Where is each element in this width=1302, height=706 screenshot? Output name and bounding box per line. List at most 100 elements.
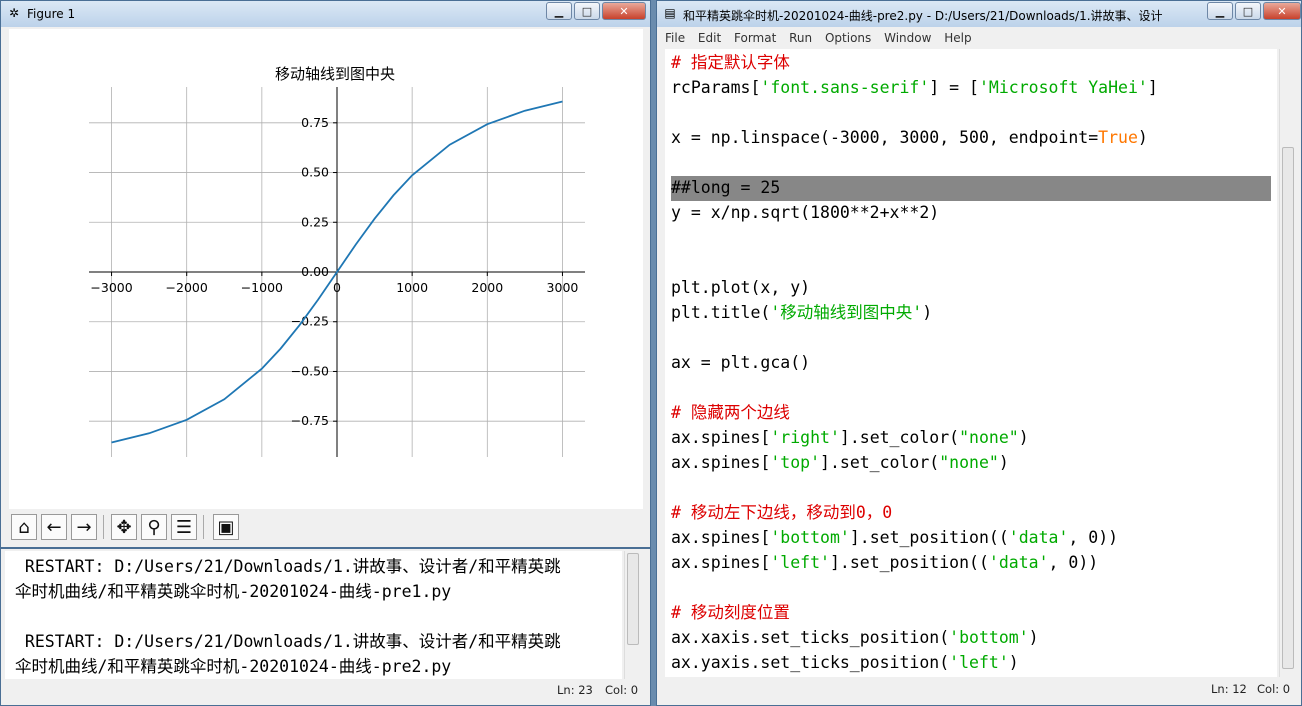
code-token: x = np.linspace(-3000, 3000, 500, endpoi… bbox=[671, 128, 1099, 147]
code-line: # 移动刻度位置 bbox=[671, 602, 790, 624]
code-line: ax = plt.gca() bbox=[671, 352, 810, 374]
code-token: ] bbox=[1147, 78, 1158, 97]
pan-icon[interactable]: ✥ bbox=[111, 514, 137, 540]
code-line: ax.spines['right'].set_color("none") bbox=[671, 427, 1029, 449]
code-token: # 移动刻度位置 bbox=[671, 603, 790, 622]
x-tick-label: 2000 bbox=[471, 280, 503, 295]
menu-window[interactable]: Window bbox=[884, 29, 931, 47]
code-token: ) bbox=[1137, 128, 1148, 147]
code-token: ax = plt.gca() bbox=[671, 353, 811, 372]
shell-statusbar: Ln: 23 Col: 0 bbox=[5, 680, 640, 700]
shell-col: Col: 0 bbox=[605, 683, 639, 697]
shell-scrollbar-thumb[interactable] bbox=[627, 553, 639, 645]
y-tick-label: 0.75 bbox=[301, 115, 329, 130]
code-token: ##long = 25 bbox=[671, 178, 781, 197]
code-line: plt.title('移动轴线到图中央') bbox=[671, 302, 932, 324]
code-token: # 指定默认字体 bbox=[671, 53, 790, 72]
code-token: plt.title( bbox=[671, 303, 771, 322]
x-tick-label: −3000 bbox=[90, 280, 132, 295]
code-token: True bbox=[1098, 128, 1138, 147]
code-line: ax.spines['top'].set_color("none") bbox=[671, 452, 1009, 474]
code-token: "none" bbox=[939, 453, 999, 472]
code-token: ax.spines[ bbox=[671, 428, 771, 447]
code-line: ax.yaxis.set_ticks_position('left') bbox=[671, 652, 1019, 674]
y-tick-label: 0.25 bbox=[301, 214, 329, 229]
editor-scrollbar[interactable] bbox=[1279, 49, 1296, 677]
menu-help[interactable]: Help bbox=[944, 29, 971, 47]
menu-options[interactable]: Options bbox=[825, 29, 871, 47]
editor-col: Col: 0 bbox=[1257, 682, 1291, 696]
code-line: ##long = 25 bbox=[671, 177, 780, 199]
y-tick-label: 0.00 bbox=[301, 264, 329, 279]
x-tick-label: 1000 bbox=[396, 280, 428, 295]
code-token: '移动轴线到图中央' bbox=[770, 303, 923, 322]
maximize-button[interactable]: □ bbox=[574, 2, 600, 20]
menu-edit[interactable]: Edit bbox=[698, 29, 721, 47]
menu-file[interactable]: File bbox=[665, 29, 685, 47]
code-line: # 隐藏两个边线 bbox=[671, 402, 790, 424]
toolbar-separator bbox=[203, 515, 204, 539]
code-token: ) bbox=[1008, 653, 1019, 672]
minimize-button[interactable]: ▁ bbox=[1207, 2, 1233, 20]
code-token: 'top' bbox=[770, 453, 821, 472]
code-token: plt.plot(x, y) bbox=[671, 278, 811, 297]
close-button[interactable]: ✕ bbox=[602, 2, 646, 20]
forward-arrow-icon[interactable]: → bbox=[71, 514, 97, 540]
code-token: ].set_color( bbox=[839, 428, 960, 447]
code-token: ) bbox=[998, 453, 1009, 472]
code-token: 'bottom' bbox=[949, 628, 1029, 647]
code-token: ].set_position(( bbox=[849, 528, 1009, 547]
code-token: ] = [ bbox=[929, 78, 979, 97]
code-token: rcParams[ bbox=[671, 78, 761, 97]
maximize-button[interactable]: □ bbox=[1235, 2, 1261, 20]
save-icon[interactable]: ▣ bbox=[213, 514, 239, 540]
code-token: y = x/np.sqrt(1800**2+x**2) bbox=[671, 203, 940, 222]
code-token: ) bbox=[1018, 428, 1029, 447]
code-token: ax.spines[ bbox=[671, 453, 771, 472]
shell-output[interactable]: RESTART: D:/Users/21/Downloads/1.讲故事、设计者… bbox=[5, 551, 622, 679]
python-file-icon: ▤ bbox=[664, 6, 676, 20]
chart-title: 移动轴线到图中央 bbox=[275, 65, 395, 83]
zoom-icon[interactable]: ⚲ bbox=[141, 514, 167, 540]
shell-line: RESTART: D:/Users/21/Downloads/1.讲故事、设计者… bbox=[15, 557, 561, 576]
home-icon[interactable]: ⌂ bbox=[11, 514, 37, 540]
figure-window: ✲ Figure 1 ▁ □ ✕ −3000 −2000 −1000 0 1000 200… bbox=[0, 0, 651, 548]
code-token: 'font.sans-serif' bbox=[760, 78, 930, 97]
code-token: # 隐藏两个边线 bbox=[671, 403, 790, 422]
code-token: ) bbox=[922, 303, 933, 322]
y-tick-label: 0.50 bbox=[301, 165, 329, 180]
menu-format[interactable]: Format bbox=[734, 29, 776, 47]
shell-window: RESTART: D:/Users/21/Downloads/1.讲故事、设计者… bbox=[0, 548, 651, 706]
code-token: ].set_position(( bbox=[829, 553, 989, 572]
editor-title: 和平精英跳伞时机-20201024-曲线-pre2.py - D:/Users/… bbox=[683, 9, 1163, 23]
figure-toolbar: ⌂ ← → ✥ ⚲ ☰ ▣ bbox=[9, 511, 642, 543]
shell-scrollbar[interactable] bbox=[624, 551, 641, 679]
code-token: 'left' bbox=[949, 653, 1009, 672]
figure-titlebar[interactable]: ✲ Figure 1 ▁ □ ✕ bbox=[1, 1, 650, 27]
menu-run[interactable]: Run bbox=[789, 29, 812, 47]
editor-titlebar[interactable]: ▤ 和平精英跳伞时机-20201024-曲线-pre2.py - D:/User… bbox=[657, 1, 1301, 27]
code-line: plt.plot(x, y) bbox=[671, 277, 810, 299]
editor-statusbar: Ln: 12 Col: 0 bbox=[665, 679, 1295, 699]
code-token: 'left' bbox=[770, 553, 830, 572]
back-arrow-icon[interactable]: ← bbox=[41, 514, 67, 540]
minimize-button[interactable]: ▁ bbox=[546, 2, 572, 20]
matplotlib-icon: ✲ bbox=[8, 6, 20, 20]
code-token: 'data' bbox=[988, 553, 1049, 572]
code-token: ax.yaxis.set_ticks_position( bbox=[671, 653, 950, 672]
code-token: 'Microsoft YaHei' bbox=[978, 78, 1148, 97]
code-line: ax.spines['left'].set_position(('data', … bbox=[671, 552, 1098, 574]
code-line: # 移动左下边线，移动到0，0 bbox=[671, 502, 892, 524]
code-line: # 指定默认字体 bbox=[671, 52, 790, 74]
code-editor[interactable]: # 指定默认字体 rcParams['font.sans-serif'] = ['… bbox=[665, 49, 1277, 677]
close-button[interactable]: ✕ bbox=[1263, 2, 1301, 20]
code-token: 'bottom' bbox=[770, 528, 850, 547]
code-token: ax.spines[ bbox=[671, 553, 771, 572]
y-tick-label: −0.50 bbox=[291, 363, 329, 378]
code-token: # 移动左下边线，移动到0，0 bbox=[671, 503, 893, 522]
editor-ln: Ln: 12 bbox=[1211, 682, 1247, 696]
subplots-icon[interactable]: ☰ bbox=[171, 514, 197, 540]
editor-scrollbar-thumb[interactable] bbox=[1282, 147, 1294, 669]
shell-line: 伞时机曲线/和平精英跳伞时机-20201024-曲线-pre1.py bbox=[15, 582, 452, 601]
code-token: 'data' bbox=[1008, 528, 1069, 547]
